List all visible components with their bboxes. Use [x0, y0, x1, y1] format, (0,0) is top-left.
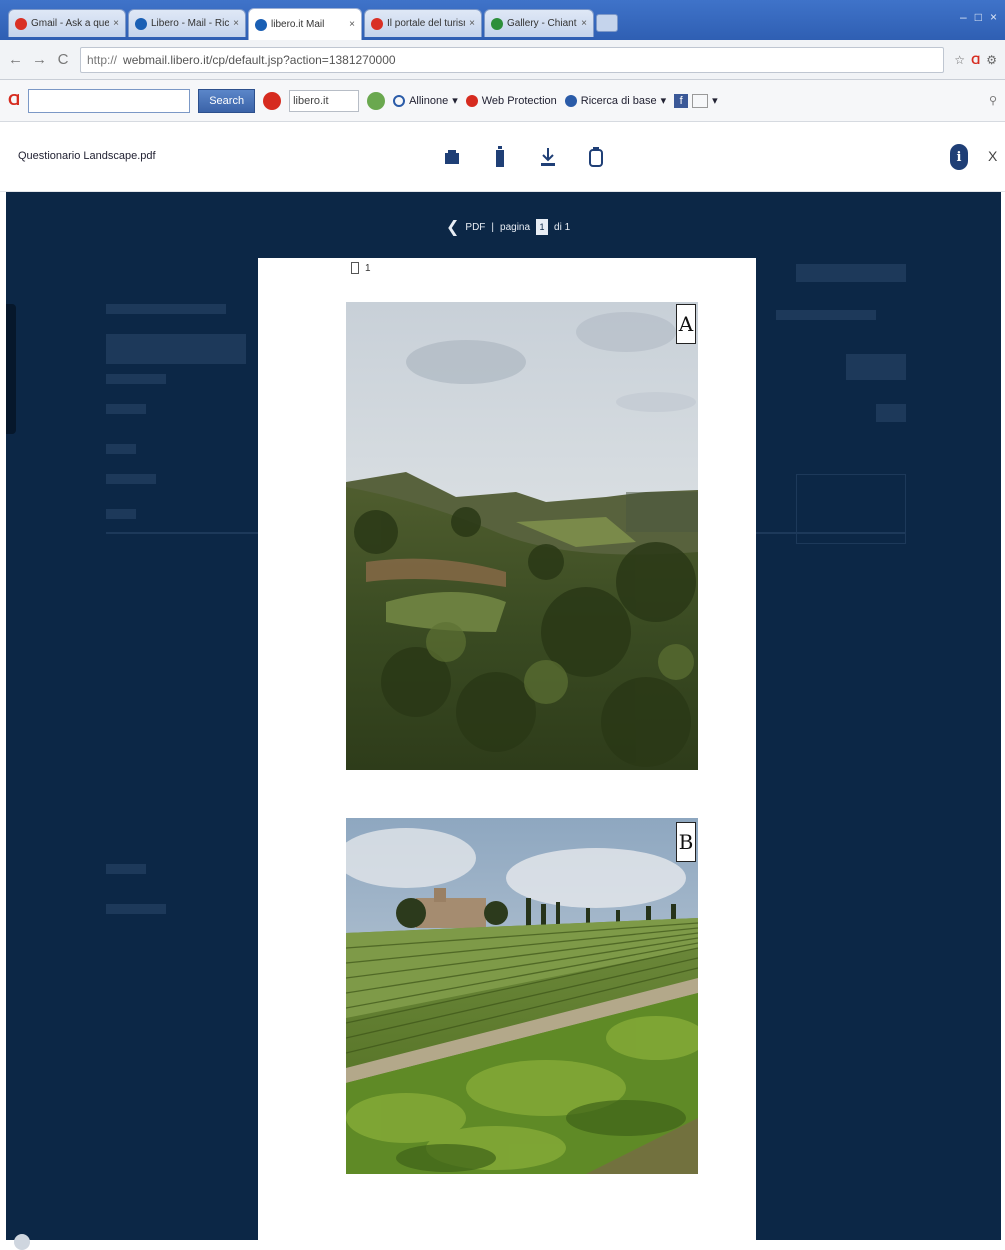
- browser-tab[interactable]: Il portale del turismo ×: [364, 9, 482, 37]
- close-tab-icon[interactable]: ×: [113, 18, 119, 29]
- gallery-favicon-icon: [491, 17, 503, 30]
- back-arrow-icon[interactable]: ←: [8, 51, 23, 68]
- toolbar-brand-icon[interactable]: [263, 91, 282, 110]
- browser-tab[interactable]: Gmail - Ask a question ×: [8, 9, 126, 37]
- close-tab-icon[interactable]: ×: [469, 18, 475, 29]
- current-page-input[interactable]: 1: [536, 219, 549, 235]
- star-icon[interactable]: ☆: [954, 53, 965, 67]
- toolbar-text-field[interactable]: [289, 89, 360, 112]
- toolbar-facebook-button[interactable]: f ▾: [674, 93, 718, 108]
- save-icon[interactable]: [488, 144, 512, 170]
- close-tab-icon[interactable]: ×: [233, 18, 239, 29]
- toolbar-more-icon[interactable]: [692, 93, 709, 108]
- url-field[interactable]: http:// webmail.libero.it/cp/default.jsp…: [80, 46, 945, 73]
- info-button[interactable]: i: [950, 144, 968, 170]
- portal-favicon-icon: [371, 17, 383, 30]
- new-tab-button[interactable]: [596, 14, 618, 32]
- window-controls: – □ ×: [960, 10, 997, 24]
- toolbar-weather-icon[interactable]: [367, 91, 386, 110]
- toolbar-item-label: Allinone: [409, 94, 449, 107]
- search-icon[interactable]: ⚲: [989, 94, 997, 107]
- tab-title: libero.it Mail: [271, 19, 325, 30]
- viewer-toolbar: [440, 144, 608, 170]
- pager-separator: |: [491, 221, 495, 233]
- attach-icon[interactable]: [584, 144, 608, 170]
- url-text: webmail.libero.it/cp/default.jsp?action=…: [123, 52, 396, 67]
- page-marker: 1: [351, 262, 371, 274]
- libero-favicon-icon: [255, 18, 267, 31]
- side-panel-handle[interactable]: [6, 304, 16, 434]
- minimize-icon[interactable]: –: [960, 10, 967, 24]
- page-marker-box: [351, 262, 359, 274]
- toolbar-logo-icon: Ɑ: [8, 91, 21, 109]
- tab-title: Il portale del turismo: [387, 18, 465, 29]
- window-close-icon[interactable]: ×: [990, 10, 997, 24]
- forward-arrow-icon[interactable]: →: [32, 51, 47, 68]
- close-tab-icon[interactable]: ×: [581, 18, 587, 29]
- wrench-icon[interactable]: ⚙: [986, 53, 997, 67]
- download-icon[interactable]: [536, 144, 560, 170]
- tab-title: Gallery - Chianti region: [507, 18, 578, 29]
- pager-label: pagina: [500, 221, 531, 233]
- page-navigator: ❮ PDF | pagina 1 di 1: [446, 217, 570, 237]
- address-bar-actions: ☆ Ɑ ⚙: [954, 53, 997, 67]
- page-marker-number: 1: [365, 262, 371, 274]
- photo-label-a: A: [676, 304, 696, 344]
- facebook-icon: f: [674, 93, 689, 108]
- corner-status-icon[interactable]: [14, 1234, 30, 1250]
- previous-page-icon[interactable]: ❮: [446, 217, 459, 237]
- vineyard-landscape-image: [346, 818, 698, 1174]
- browser-tab[interactable]: Libero - Mail - Ricerca in a ×: [128, 9, 246, 37]
- url-scheme: http://: [87, 52, 118, 67]
- allinone-icon: [393, 94, 406, 107]
- search-icon: [564, 94, 577, 107]
- pdf-page: 1 A B: [258, 258, 756, 1240]
- photo-b-vineyard: B: [346, 818, 698, 1174]
- tab-title: Gmail - Ask a question: [31, 18, 109, 29]
- photo-a-hillside: A: [346, 302, 698, 770]
- toolbar-item-label: Ricerca di base: [580, 94, 657, 107]
- photo-label-b: B: [676, 822, 696, 862]
- reload-icon[interactable]: C: [56, 51, 70, 68]
- tab-title: Libero - Mail - Ricerca in a: [151, 18, 230, 29]
- pdf-viewer-header: Questionario Landscape.pdf i X: [0, 122, 1005, 192]
- close-viewer-button[interactable]: X: [988, 148, 997, 164]
- toolbar-item-label: Web Protection: [481, 94, 557, 107]
- hillside-landscape-image: [346, 302, 698, 770]
- document-name: Questionario Landscape.pdf: [18, 150, 156, 162]
- pager-total: di 1: [554, 221, 571, 233]
- toolbar-item-allinone[interactable]: Allinone ▾: [393, 94, 458, 107]
- maximize-icon[interactable]: □: [975, 10, 982, 24]
- address-bar-row: ← → C http:// webmail.libero.it/cp/defau…: [0, 40, 1005, 80]
- pager-prefix: PDF: [465, 221, 486, 233]
- adobe-extension-icon[interactable]: Ɑ: [971, 53, 980, 67]
- gmail-favicon-icon: [15, 17, 27, 30]
- browser-tab-strip: Gmail - Ask a question × Libero - Mail -…: [0, 0, 1005, 40]
- print-icon[interactable]: [440, 144, 464, 170]
- libero-favicon-icon: [135, 17, 147, 30]
- browser-toolbar: Ɑ Search Allinone▾ Web Protection Ricerc…: [0, 80, 1005, 122]
- shield-icon: [465, 94, 478, 107]
- pdf-viewer-stage: ❮ PDF | pagina 1 di 1 1 A B: [6, 192, 1001, 1240]
- close-tab-icon[interactable]: ×: [349, 19, 355, 30]
- toolbar-item-web-protection[interactable]: Web Protection: [465, 94, 557, 107]
- browser-tab[interactable]: Gallery - Chianti region ×: [484, 9, 594, 37]
- toolbar-search-input[interactable]: [28, 88, 191, 113]
- toolbar-search-button[interactable]: Search: [198, 88, 256, 113]
- toolbar-item-ricerca[interactable]: Ricerca di base ▾: [564, 94, 666, 107]
- browser-tab-active[interactable]: libero.it Mail ×: [248, 8, 362, 40]
